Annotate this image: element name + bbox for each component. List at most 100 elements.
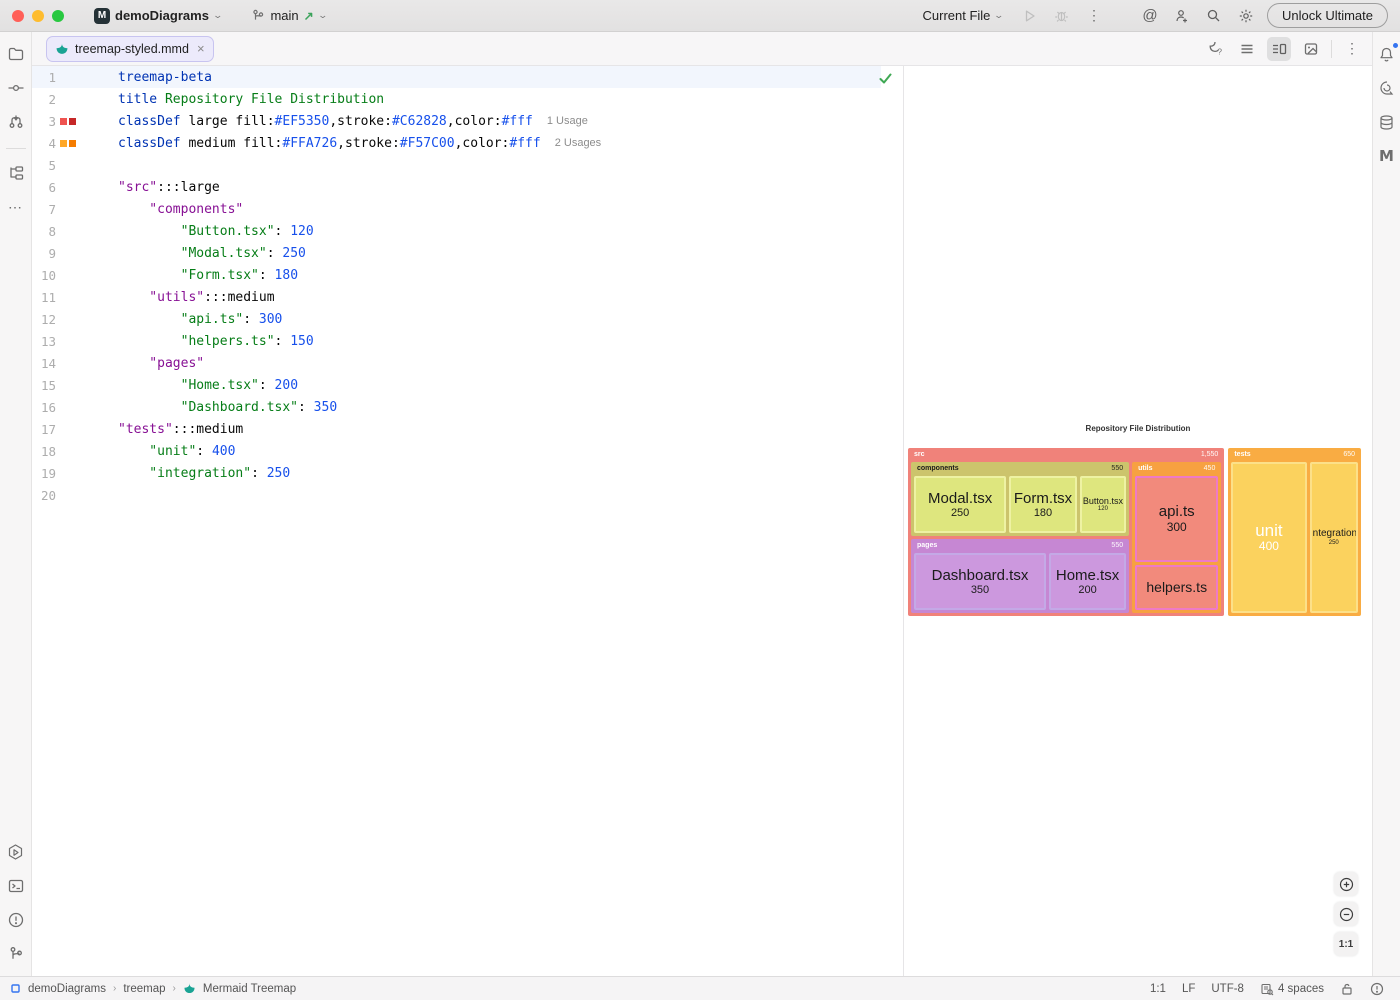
line-number[interactable]: 19 bbox=[32, 466, 56, 481]
ai-assistant-toolwindow-button[interactable] bbox=[1375, 76, 1399, 100]
caret-position-widget[interactable]: 1:1 bbox=[1150, 983, 1166, 995]
minimize-window-button[interactable] bbox=[32, 10, 44, 22]
indent-widget[interactable]: 4 spaces bbox=[1260, 982, 1324, 996]
vcs-branch-widget[interactable]: main ↗ ⌄ bbox=[245, 5, 332, 26]
code-line-20[interactable]: 20 bbox=[32, 484, 881, 506]
notifications-bell-icon[interactable] bbox=[1375, 42, 1399, 66]
zoom-in-button[interactable] bbox=[1334, 872, 1358, 896]
maximize-window-button[interactable] bbox=[52, 10, 64, 22]
code-editor[interactable]: 1treemap-beta2title Repository File Dist… bbox=[32, 66, 903, 976]
git-toolwindow-button[interactable] bbox=[4, 942, 28, 966]
more-toolwindows-button[interactable]: ⋯ bbox=[4, 195, 28, 219]
group-label: components bbox=[917, 465, 959, 472]
code-line-8[interactable]: 8 "Button.tsx": 120 bbox=[32, 220, 881, 242]
encoding-widget[interactable]: UTF-8 bbox=[1211, 983, 1244, 995]
line-ending-widget[interactable]: LF bbox=[1182, 983, 1195, 995]
tab-treemap-styled[interactable]: treemap-styled.mmd × bbox=[46, 36, 214, 62]
close-window-button[interactable] bbox=[12, 10, 24, 22]
settings-gear-icon[interactable] bbox=[1235, 5, 1257, 27]
inspections-ok-icon[interactable] bbox=[878, 71, 893, 86]
code-text: classDef medium fill:#FFA726,stroke:#F57… bbox=[86, 136, 541, 151]
line-number[interactable]: 3 bbox=[32, 114, 56, 129]
services-toolwindow-button[interactable] bbox=[4, 840, 28, 864]
code-line-16[interactable]: 16 "Dashboard.tsx": 350 bbox=[32, 396, 881, 418]
code-line-1[interactable]: 1treemap-beta bbox=[32, 66, 881, 88]
lock-icon[interactable] bbox=[1340, 982, 1354, 996]
code-line-6[interactable]: 6"src":::large bbox=[32, 176, 881, 198]
code-line-9[interactable]: 9 "Modal.tsx": 250 bbox=[32, 242, 881, 264]
unlock-ultimate-button[interactable]: Unlock Ultimate bbox=[1267, 3, 1388, 28]
line-number[interactable]: 15 bbox=[32, 378, 56, 393]
zoom-out-button[interactable] bbox=[1334, 902, 1358, 926]
line-number[interactable]: 18 bbox=[32, 444, 56, 459]
breadcrumb-project[interactable]: demoDiagrams bbox=[28, 983, 106, 995]
problems-toolwindow-button[interactable] bbox=[4, 908, 28, 932]
split-editor-preview-icon[interactable] bbox=[1267, 37, 1291, 61]
more-run-options-button[interactable]: ⋮ bbox=[1083, 5, 1105, 27]
line-number[interactable]: 20 bbox=[32, 488, 56, 503]
code-line-5[interactable]: 5 bbox=[32, 154, 881, 176]
ai-assistant-icon[interactable]: @ bbox=[1139, 5, 1161, 27]
mermaid-toolwindow-button[interactable]: M bbox=[1375, 144, 1399, 168]
line-number[interactable]: 14 bbox=[32, 356, 56, 371]
code-line-3[interactable]: 3classDef large fill:#EF5350,stroke:#C62… bbox=[32, 110, 881, 132]
line-number[interactable]: 8 bbox=[32, 224, 56, 239]
breadcrumb-leaf[interactable]: Mermaid Treemap bbox=[203, 983, 296, 995]
line-number[interactable]: 16 bbox=[32, 400, 56, 415]
line-number[interactable]: 7 bbox=[32, 202, 56, 217]
treemap-leaf-button-tsx: Button.tsx120 bbox=[1080, 476, 1126, 533]
line-number[interactable]: 9 bbox=[32, 246, 56, 261]
mermaid-syntax-help-icon[interactable]: ? bbox=[1203, 37, 1227, 61]
code-line-14[interactable]: 14 "pages" bbox=[32, 352, 881, 374]
breadcrumb-node[interactable]: treemap bbox=[123, 983, 165, 995]
run-configuration-select[interactable]: Current File ⌄ bbox=[917, 5, 1009, 26]
line-number[interactable]: 2 bbox=[32, 92, 56, 107]
code-line-13[interactable]: 13 "helpers.ts": 150 bbox=[32, 330, 881, 352]
usage-hint[interactable]: 1 Usage bbox=[547, 115, 588, 127]
usage-hint[interactable]: 2 Usages bbox=[555, 137, 601, 149]
code-line-15[interactable]: 15 "Home.tsx": 200 bbox=[32, 374, 881, 396]
line-number[interactable]: 11 bbox=[32, 290, 56, 305]
editor-tab-bar: treemap-styled.mmd × ? bbox=[32, 32, 1372, 66]
code-line-18[interactable]: 18 "unit": 400 bbox=[32, 440, 881, 462]
project-toolwindow-button[interactable] bbox=[4, 42, 28, 66]
error-indicator-icon[interactable] bbox=[1370, 982, 1384, 996]
code-line-19[interactable]: 19 "integration": 250 bbox=[32, 462, 881, 484]
line-number[interactable]: 10 bbox=[32, 268, 56, 283]
line-number[interactable]: 13 bbox=[32, 334, 56, 349]
line-number[interactable]: 12 bbox=[32, 312, 56, 327]
editor-only-view-icon[interactable] bbox=[1235, 37, 1259, 61]
commit-toolwindow-button[interactable] bbox=[4, 76, 28, 100]
color-swatch[interactable] bbox=[69, 118, 76, 125]
database-toolwindow-button[interactable] bbox=[1375, 110, 1399, 134]
structure-toolwindow-button[interactable] bbox=[4, 161, 28, 185]
code-line-7[interactable]: 7 "components" bbox=[32, 198, 881, 220]
code-line-10[interactable]: 10 "Form.tsx": 180 bbox=[32, 264, 881, 286]
color-swatch[interactable] bbox=[60, 118, 67, 125]
code-with-me-button[interactable] bbox=[1171, 5, 1193, 27]
line-number[interactable]: 4 bbox=[32, 136, 56, 151]
line-number[interactable]: 1 bbox=[32, 70, 56, 85]
search-everywhere-button[interactable] bbox=[1203, 5, 1225, 27]
vcs-graph-toolwindow-button[interactable] bbox=[4, 110, 28, 134]
code-line-2[interactable]: 2title Repository File Distribution bbox=[32, 88, 881, 110]
main-area: treemap-styled.mmd × ? bbox=[32, 32, 1372, 976]
code-line-4[interactable]: 4 classDef medium fill:#FFA726,stroke:#F5… bbox=[32, 132, 881, 154]
code-line-12[interactable]: 12 "api.ts": 300 bbox=[32, 308, 881, 330]
terminal-toolwindow-button[interactable] bbox=[4, 874, 28, 898]
project-widget[interactable]: M demoDiagrams ⌄ bbox=[88, 5, 227, 27]
zoom-reset-button[interactable]: 1:1 bbox=[1334, 932, 1358, 956]
color-swatch[interactable] bbox=[60, 140, 67, 147]
color-swatch[interactable] bbox=[69, 140, 76, 147]
line-number[interactable]: 5 bbox=[32, 158, 56, 173]
preview-only-view-icon[interactable] bbox=[1299, 37, 1323, 61]
treemap-leaf-api-ts: api.ts300 bbox=[1135, 476, 1218, 562]
editor-options-kebab-icon[interactable]: ⋮ bbox=[1340, 37, 1364, 61]
debug-button[interactable] bbox=[1051, 5, 1073, 27]
close-icon[interactable]: × bbox=[197, 41, 205, 56]
line-number[interactable]: 17 bbox=[32, 422, 56, 437]
code-line-11[interactable]: 11 "utils":::medium bbox=[32, 286, 881, 308]
line-number[interactable]: 6 bbox=[32, 180, 56, 195]
code-line-17[interactable]: 17"tests":::medium bbox=[32, 418, 881, 440]
run-button[interactable] bbox=[1019, 5, 1041, 27]
